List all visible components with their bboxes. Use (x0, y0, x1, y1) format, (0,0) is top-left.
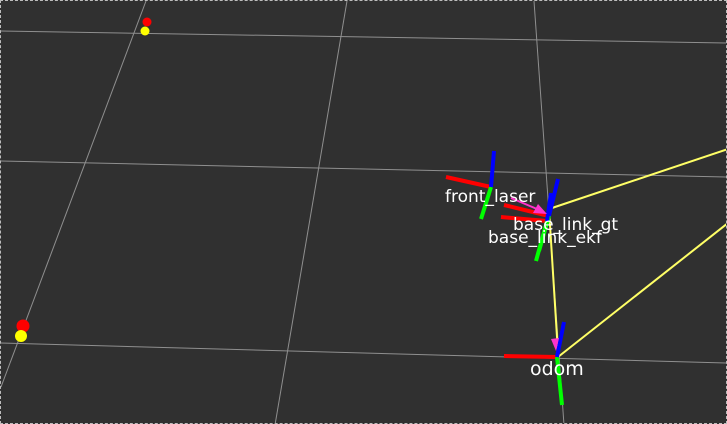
frame-label-base-link-ekf: base_link_ekf (488, 228, 603, 248)
path-line (548, 148, 726, 210)
x-axis (503, 354, 558, 359)
marker-red-sphere (142, 17, 152, 27)
grid-line (1, 160, 726, 178)
grid-line (274, 1, 348, 423)
x-axis (445, 175, 492, 189)
marker-pair-left (15, 319, 30, 342)
frame-label-front-laser: front_laser (445, 187, 535, 207)
path-lines (548, 148, 726, 358)
rviz-3d-viewport[interactable]: front_laser base_link_gt base_link_ekf o… (0, 0, 727, 424)
scene-svg[interactable]: front_laser base_link_gt base_link_ekf o… (1, 1, 727, 424)
z-axis (489, 150, 496, 188)
grid-line (1, 342, 726, 364)
grid-line (1, 30, 726, 44)
marker-yellow-sphere (140, 26, 150, 36)
ground-grid (1, 1, 726, 423)
frame-label-odom: odom (530, 358, 584, 380)
marker-pair-top (140, 17, 152, 36)
tf-frame-front-laser (445, 150, 496, 220)
marker-yellow-sphere (15, 330, 27, 342)
